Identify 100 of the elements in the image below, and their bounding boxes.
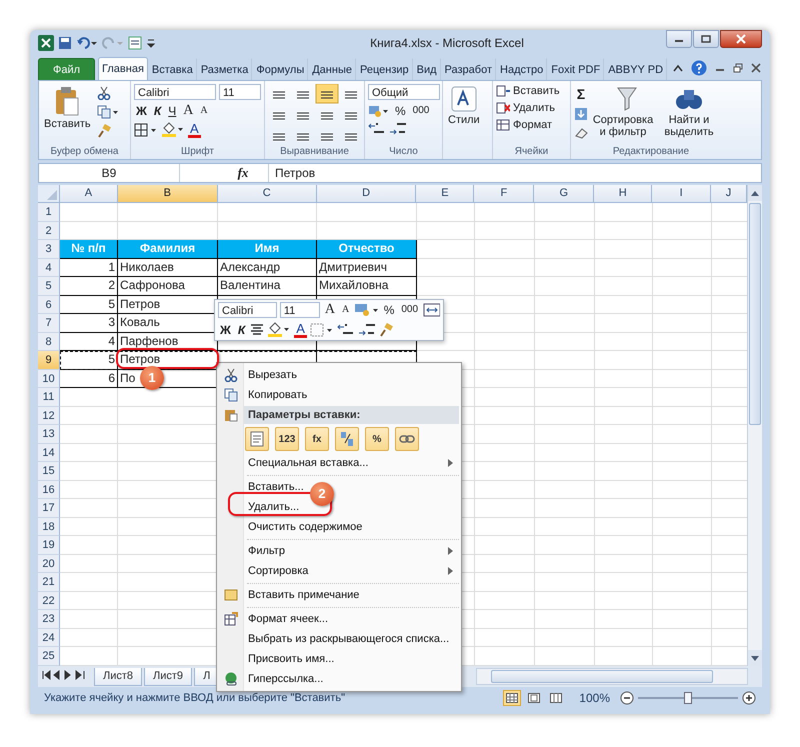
paste-button[interactable]: Вставить xyxy=(42,84,93,132)
font-name-field[interactable]: Calibri xyxy=(218,302,277,318)
restore-icon[interactable] xyxy=(733,63,744,73)
increase-decimal-icon[interactable] xyxy=(389,122,407,136)
column-header[interactable]: D xyxy=(316,185,416,203)
row-header[interactable]: 17 xyxy=(38,499,60,518)
sheet-tab[interactable]: Лист9 xyxy=(144,668,192,686)
row-header[interactable]: 3 xyxy=(38,240,60,258)
column-header[interactable]: A xyxy=(60,185,118,203)
increase-decimal-icon[interactable] xyxy=(336,323,355,337)
paste-option-button[interactable]: fx xyxy=(305,427,329,451)
scroll-up-button[interactable] xyxy=(748,185,762,201)
paste-option-button[interactable] xyxy=(245,427,269,451)
ribbon-tab[interactable]: Главная xyxy=(98,57,148,80)
grow-font-button[interactable]: A xyxy=(322,302,337,318)
horizontal-scrollbar[interactable] xyxy=(476,668,748,685)
cut-icon[interactable] xyxy=(96,86,111,100)
menu-item[interactable]: Вставить примечание xyxy=(248,589,360,601)
insert-function-button[interactable]: fx xyxy=(218,165,268,181)
shrink-font-button[interactable]: A xyxy=(198,103,210,119)
paste-option-button[interactable]: % xyxy=(365,427,389,451)
scrollbar-thumb[interactable] xyxy=(749,203,761,425)
row-header[interactable]: 4 xyxy=(38,258,60,277)
thousands-button[interactable]: 000 xyxy=(410,103,432,119)
styles-button[interactable]: Стили xyxy=(446,84,482,128)
font-size-field[interactable]: 11 xyxy=(219,84,261,100)
sheet-navigation-icon[interactable] xyxy=(42,670,86,680)
save-icon[interactable] xyxy=(58,36,72,50)
column-header[interactable]: I xyxy=(652,185,712,203)
menu-item[interactable]: Специальная вставка... xyxy=(248,457,368,469)
sort-filter-button[interactable]: Сортировка и фильтр xyxy=(592,84,654,140)
zoom-level[interactable]: 100% xyxy=(579,691,610,705)
row-header[interactable]: 8 xyxy=(38,332,60,351)
paste-option-button[interactable] xyxy=(395,427,419,451)
menu-item[interactable]: Вставить... xyxy=(248,481,304,493)
font-color-button[interactable]: A xyxy=(294,322,307,338)
percent-button[interactable]: % xyxy=(382,302,396,318)
name-box[interactable]: B9 xyxy=(39,164,180,182)
close-button[interactable] xyxy=(720,30,762,48)
font-size-field[interactable]: 11 xyxy=(280,302,320,318)
borders-icon[interactable] xyxy=(134,123,158,137)
normal-view-button[interactable] xyxy=(503,690,522,706)
thousands-button[interactable]: 000 xyxy=(399,302,420,318)
row-header[interactable]: 25 xyxy=(38,647,60,666)
scroll-down-button[interactable] xyxy=(748,650,762,666)
column-header[interactable]: E xyxy=(416,185,474,203)
zoom-in-icon[interactable] xyxy=(742,691,756,705)
center-align-icon[interactable] xyxy=(250,323,264,337)
zoom-slider-thumb[interactable] xyxy=(684,692,692,704)
vertical-scrollbar[interactable] xyxy=(747,185,762,666)
bold-button[interactable]: Ж xyxy=(218,322,233,338)
decrease-decimal-icon[interactable] xyxy=(358,323,376,337)
fill-down-icon[interactable] xyxy=(574,107,588,121)
currency-icon[interactable] xyxy=(368,104,390,118)
row-header[interactable]: 12 xyxy=(38,406,60,425)
ribbon-tab[interactable]: Файл xyxy=(38,58,96,80)
row-header[interactable]: 20 xyxy=(38,554,60,573)
column-header[interactable]: J xyxy=(711,185,748,203)
fill-color-icon[interactable] xyxy=(267,322,292,338)
row-header[interactable]: 11 xyxy=(38,388,60,406)
italic-button[interactable]: К xyxy=(152,103,164,119)
row-header[interactable]: 15 xyxy=(38,462,60,480)
row-header[interactable]: 19 xyxy=(38,536,60,554)
menu-item[interactable]: Фильтр xyxy=(248,545,285,557)
formula-input[interactable]: Петров xyxy=(268,164,761,182)
grow-font-button[interactable]: A xyxy=(181,103,196,119)
zoom-out-icon[interactable] xyxy=(620,691,634,705)
row-header[interactable]: 16 xyxy=(38,480,60,499)
column-header[interactable]: F xyxy=(474,185,534,203)
row-header[interactable]: 24 xyxy=(38,628,60,647)
menu-item[interactable]: Присвоить имя... xyxy=(248,653,334,665)
menu-item[interactable]: Вырезать xyxy=(248,369,297,381)
close-icon[interactable] xyxy=(751,63,762,73)
row-header[interactable]: 18 xyxy=(38,518,60,536)
collapse-ribbon-icon[interactable] xyxy=(673,64,684,72)
row-header[interactable]: 6 xyxy=(38,296,60,314)
autosum-button[interactable]: Σ xyxy=(574,86,588,102)
menu-item[interactable]: Гиперссылка... xyxy=(248,673,324,685)
row-header[interactable]: 7 xyxy=(38,314,60,332)
sheet-tab[interactable]: Лист8 xyxy=(94,668,142,686)
menu-item[interactable]: Формат ячеек... xyxy=(248,613,328,625)
row-header[interactable]: 14 xyxy=(38,444,60,462)
row-header[interactable]: 1 xyxy=(38,203,60,222)
paste-option-button[interactable]: 123 xyxy=(275,427,299,451)
row-header[interactable]: 21 xyxy=(38,573,60,592)
shrink-font-button[interactable]: A xyxy=(340,302,352,318)
format-cells-button[interactable]: Формат xyxy=(496,118,552,132)
maximize-button[interactable] xyxy=(693,30,719,48)
undo-icon[interactable] xyxy=(76,36,98,50)
italic-button[interactable]: К xyxy=(236,322,248,338)
column-header[interactable]: G xyxy=(534,185,594,203)
format-painter-icon[interactable] xyxy=(96,124,111,138)
font-color-button[interactable]: A xyxy=(188,122,201,138)
menu-item[interactable]: Выбрать из раскрывающегося списка... xyxy=(248,633,450,645)
excel-logo-icon[interactable] xyxy=(38,35,54,51)
form-icon[interactable] xyxy=(128,36,142,50)
menu-item[interactable]: Сортировка xyxy=(248,565,308,577)
scrollbar-thumb[interactable] xyxy=(491,670,713,683)
insert-cells-button[interactable]: Вставить xyxy=(496,84,560,98)
minimize-button[interactable] xyxy=(666,30,692,48)
